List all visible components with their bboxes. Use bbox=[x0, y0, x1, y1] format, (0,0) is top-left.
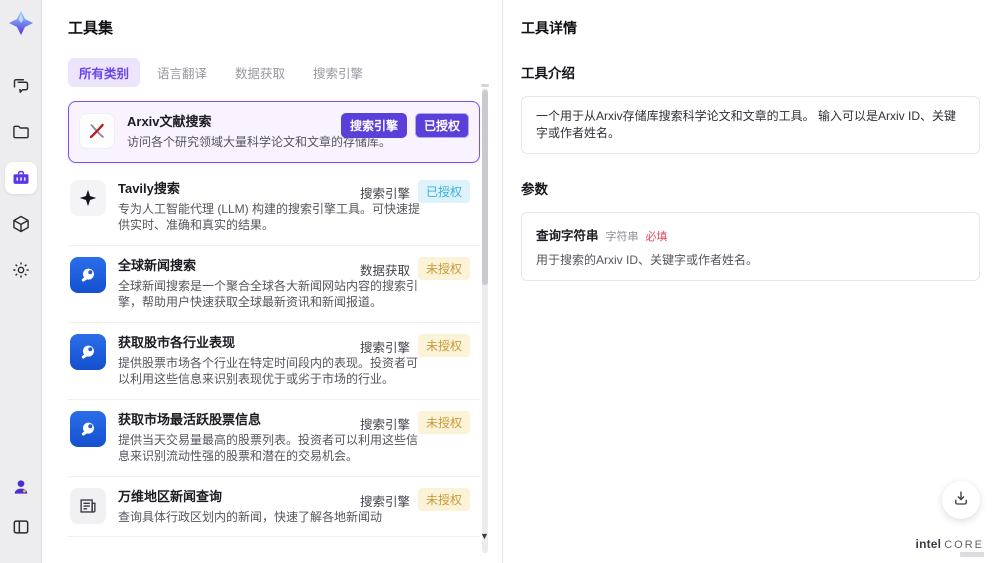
intel-core-logo: intel CORE bbox=[915, 537, 984, 557]
category-tabs: 所有类别 语言翻译 数据获取 搜索引擎 bbox=[68, 58, 502, 87]
arxiv-logo-icon bbox=[79, 113, 115, 149]
news-app-logo-icon bbox=[70, 410, 106, 447]
page-title: 工具集 bbox=[68, 20, 114, 37]
param-card: 查询字符串 字符串 必填 用于搜索的Arxiv ID、关键字或作者姓名。 bbox=[521, 212, 980, 281]
category-badge: 搜索引擎 bbox=[359, 340, 410, 355]
scroll-up-icon[interactable] bbox=[481, 84, 489, 87]
tool-intro-text: 一个用于从Arxiv存储库搜索科学论文和文章的工具。 输入可以是Arxiv ID… bbox=[521, 96, 980, 154]
tab-3[interactable]: 搜索引擎 bbox=[302, 58, 374, 87]
tool-description: 提供股票市场各个行业在特定时间段内的表现。投资者可以利用这些信息来识别表现优于或… bbox=[118, 355, 419, 387]
tool-card-1[interactable]: Tavily搜索 专为人工智能代理 (LLM) 构建的搜索引擎工具。可快速提供实… bbox=[68, 169, 480, 246]
tavily-logo-icon bbox=[70, 179, 106, 216]
tab-2[interactable]: 数据获取 bbox=[224, 58, 296, 87]
panel-toggle-icon[interactable] bbox=[5, 511, 37, 543]
tool-card-4[interactable]: 获取市场最活跃股票信息 提供当天交易量最高的股票列表。投资者可以利用这些信息来识… bbox=[68, 400, 480, 477]
auth-badge: 已授权 bbox=[414, 113, 469, 138]
gear-icon[interactable] bbox=[5, 254, 37, 286]
tab-1[interactable]: 语言翻译 bbox=[146, 58, 218, 87]
params-heading: 参数 bbox=[521, 182, 548, 197]
chat-icon[interactable] bbox=[5, 70, 37, 102]
cube-icon[interactable] bbox=[5, 208, 37, 240]
scroll-down-icon[interactable]: ▼ bbox=[480, 532, 489, 541]
category-badge: 搜索引擎 bbox=[359, 494, 410, 509]
newspaper-icon bbox=[70, 487, 106, 524]
download-button[interactable] bbox=[942, 481, 980, 519]
scrollbar-thumb[interactable] bbox=[482, 90, 488, 285]
toolbox-icon[interactable] bbox=[4, 162, 37, 194]
auth-badge: 已授权 bbox=[417, 179, 470, 203]
tool-description: 提供当天交易量最高的股票列表。投资者可以利用这些信息来识别流动性强的股票和潜在的… bbox=[118, 432, 419, 464]
intro-heading: 工具介绍 bbox=[521, 66, 575, 81]
brand-sub-mark bbox=[960, 552, 984, 557]
detail-title: 工具详情 bbox=[521, 20, 577, 36]
auth-badge: 未授权 bbox=[417, 487, 470, 511]
tool-description: 全球新闻搜索是一个聚合全球各大新闻网站内容的搜索引擎，帮助用户快速获取全球最新资… bbox=[118, 278, 419, 310]
auth-badge: 未授权 bbox=[417, 410, 470, 434]
rail-bottom bbox=[5, 471, 37, 551]
param-description: 用于搜索的Arxiv ID、关键字或作者姓名。 bbox=[536, 253, 759, 267]
tool-description: 查询具体行政区划内的新闻，快速了解各地新闻动 bbox=[118, 509, 383, 524]
download-icon bbox=[952, 489, 970, 512]
scrollbar[interactable]: ▼ bbox=[480, 84, 489, 553]
tool-card-0[interactable]: Arxiv文献搜索 访问各个研究领域大量科学论文和文章的存储库。 搜索引擎 已授… bbox=[68, 101, 480, 163]
brand-intel: intel bbox=[915, 537, 942, 551]
auth-badge: 未授权 bbox=[417, 256, 470, 280]
tool-card-3[interactable]: 获取股市各行业表现 提供股票市场各个行业在特定时间段内的表现。投资者可以利用这些… bbox=[68, 323, 480, 400]
folder-icon[interactable] bbox=[5, 116, 37, 148]
param-required-badge: 必填 bbox=[645, 231, 668, 243]
app-logo bbox=[8, 10, 34, 36]
tool-card-5[interactable]: 万维地区新闻查询 查询具体行政区划内的新闻，快速了解各地新闻动 搜索引擎 未授权 bbox=[68, 477, 480, 537]
param-name: 查询字符串 bbox=[536, 229, 599, 243]
param-type: 字符串 bbox=[605, 231, 639, 243]
news-app-logo-icon bbox=[70, 333, 106, 370]
tab-0[interactable]: 所有类别 bbox=[68, 58, 141, 87]
news-app-logo-icon bbox=[70, 256, 106, 293]
left-rail bbox=[0, 0, 42, 563]
category-badge: 搜索引擎 bbox=[340, 113, 407, 138]
user-icon[interactable] bbox=[5, 471, 37, 503]
tool-detail-panel: 工具详情 工具介绍 一个用于从Arxiv存储库搜索科学论文和文章的工具。 输入可… bbox=[502, 0, 1000, 563]
tool-list: Arxiv文献搜索 访问各个研究领域大量科学论文和文章的存储库。 搜索引擎 已授… bbox=[68, 101, 480, 537]
category-badge: 搜索引擎 bbox=[359, 186, 410, 201]
category-badge: 搜索引擎 bbox=[359, 417, 410, 432]
tool-list-panel: 工具集 所有类别 语言翻译 数据获取 搜索引擎 Arxiv文献搜索 访问各个研究领域大… bbox=[42, 0, 502, 563]
rail-nav bbox=[4, 70, 37, 300]
tool-card-2[interactable]: 全球新闻搜索 全球新闻搜索是一个聚合全球各大新闻网站内容的搜索引擎，帮助用户快速… bbox=[68, 246, 480, 323]
auth-badge: 未授权 bbox=[417, 333, 470, 357]
brand-core: CORE bbox=[944, 539, 984, 551]
category-badge: 数据获取 bbox=[359, 263, 410, 278]
tool-description: 专为人工智能代理 (LLM) 构建的搜索引擎工具。可快速提供实时、准确和真实的结… bbox=[118, 201, 421, 233]
